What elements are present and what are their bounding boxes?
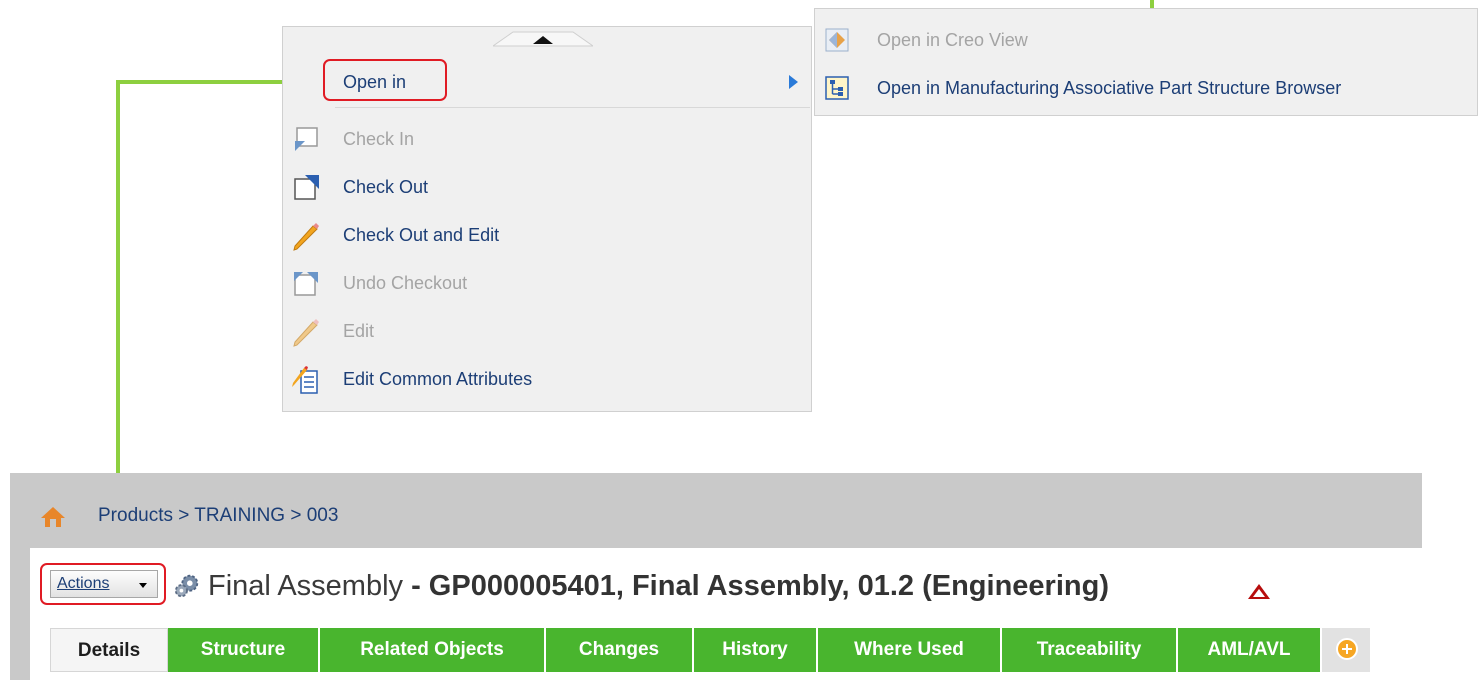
menu-item-label: Check Out [343,177,429,197]
check-in-icon [295,127,318,151]
menu-item-undo-checkout[interactable]: Undo Checkout [283,263,811,303]
tab-label: Changes [578,639,660,660]
gears-icon [174,574,199,598]
title-identifier: GP000005401, Final Assembly, 01.2 (Engin… [428,570,1109,602]
pencil-icon [293,223,319,251]
page-title: Final Assembly - GP000005401, Final Asse… [208,570,1109,603]
warning-triangle-icon[interactable] [1248,584,1270,599]
tab-label: Traceability [1036,639,1142,660]
tab-structure[interactable]: Structure [168,628,320,672]
menu-item-check-out[interactable]: Check Out [283,167,811,207]
home-icon[interactable] [40,505,66,529]
tab-history[interactable]: History [694,628,818,672]
menu-item-label: Check Out and Edit [343,225,500,245]
actions-highlight [40,563,166,605]
add-tab-icon [1336,638,1358,660]
menu-item-label: Undo Checkout [343,273,468,293]
actions-context-menu: Open in Check In Check Out Check Out and… [282,26,812,412]
tab-where-used[interactable]: Where Used [818,628,1002,672]
tab-label: AML/AVL [1207,639,1291,660]
open-in-highlight [323,59,447,101]
menu-item-check-in[interactable]: Check In [283,119,811,159]
tab-label: Details [77,640,141,661]
menu-item-label: Edit [343,321,375,341]
submenu-item-open-in-structure-browser[interactable]: Open in Manufacturing Associative Part S… [815,65,1475,111]
menu-separator [335,107,810,108]
submenu-item-label: Open in Manufacturing Associative Part S… [877,78,1342,98]
check-out-icon [294,175,319,200]
add-tab-button[interactable] [1322,628,1372,672]
title-name: Final Assembly [208,570,404,602]
breadcrumb[interactable]: Products > TRAINING > 003 [98,505,338,527]
menu-item-edit[interactable]: Edit [283,311,811,351]
tab-traceability[interactable]: Traceability [1002,628,1178,672]
edit-attributes-icon [292,366,318,394]
tab-label: Where Used [854,639,964,660]
title-separator: - [403,570,429,602]
structure-browser-icon [825,76,849,100]
submenu-item-label: Open in Creo View [877,30,1028,50]
submenu-item-open-in-creo-view[interactable]: Open in Creo View [815,17,1475,63]
creo-view-icon [825,28,849,52]
tab-related-objects[interactable]: Related Objects [320,628,546,672]
submenu-arrow-icon [789,75,798,89]
menu-item-label: Check In [343,129,415,149]
tab-label: Structure [200,639,286,660]
tab-details[interactable]: Details [50,628,168,672]
tab-label: Related Objects [360,639,504,660]
open-in-submenu: Open in Creo View Open in Manufacturing … [814,8,1478,116]
menu-item-label: Edit Common Attributes [343,369,533,389]
tab-changes[interactable]: Changes [546,628,694,672]
undo-checkout-icon [294,272,318,296]
tab-label: History [722,639,788,660]
callout-line-horizontal-top [116,80,284,84]
tab-aml-avl[interactable]: AML/AVL [1178,628,1322,672]
menu-item-check-out-and-edit[interactable]: Check Out and Edit [283,215,811,255]
menu-item-edit-common-attributes[interactable]: Edit Common Attributes [283,359,811,399]
pencil-icon [293,319,319,347]
scroll-up-icon[interactable] [493,31,593,47]
